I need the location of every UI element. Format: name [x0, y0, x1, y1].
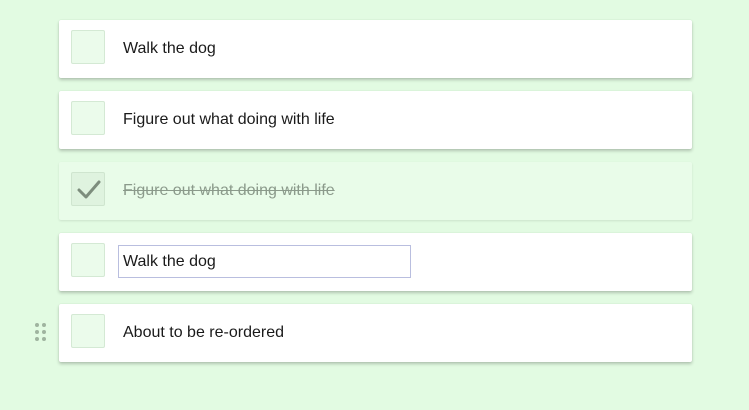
todo-item[interactable]: Walk the dog	[59, 20, 692, 78]
todo-item[interactable]: Figure out what doing with life	[59, 91, 692, 149]
todo-edit-input[interactable]	[118, 245, 411, 278]
todo-checkbox[interactable]	[71, 243, 105, 277]
todo-checkbox[interactable]	[71, 314, 105, 348]
todo-label-completed: Figure out what doing with life	[123, 182, 335, 199]
todo-item-completed[interactable]: Figure out what doing with life	[59, 162, 692, 220]
todo-item-editing[interactable]	[59, 233, 692, 291]
todo-list: Walk the dog Figure out what doing with …	[35, 20, 692, 375]
todo-label: Figure out what doing with life	[123, 111, 335, 128]
drag-handle-icon[interactable]	[35, 323, 49, 343]
todo-checkbox[interactable]	[71, 30, 105, 64]
todo-label: Walk the dog	[123, 40, 216, 57]
todo-label: About to be re-ordered	[123, 324, 284, 341]
todo-checkbox-checked[interactable]	[71, 172, 105, 206]
todo-item-dragging[interactable]: About to be re-ordered	[35, 304, 692, 362]
checkmark-icon	[77, 180, 101, 199]
todo-checkbox[interactable]	[71, 101, 105, 135]
